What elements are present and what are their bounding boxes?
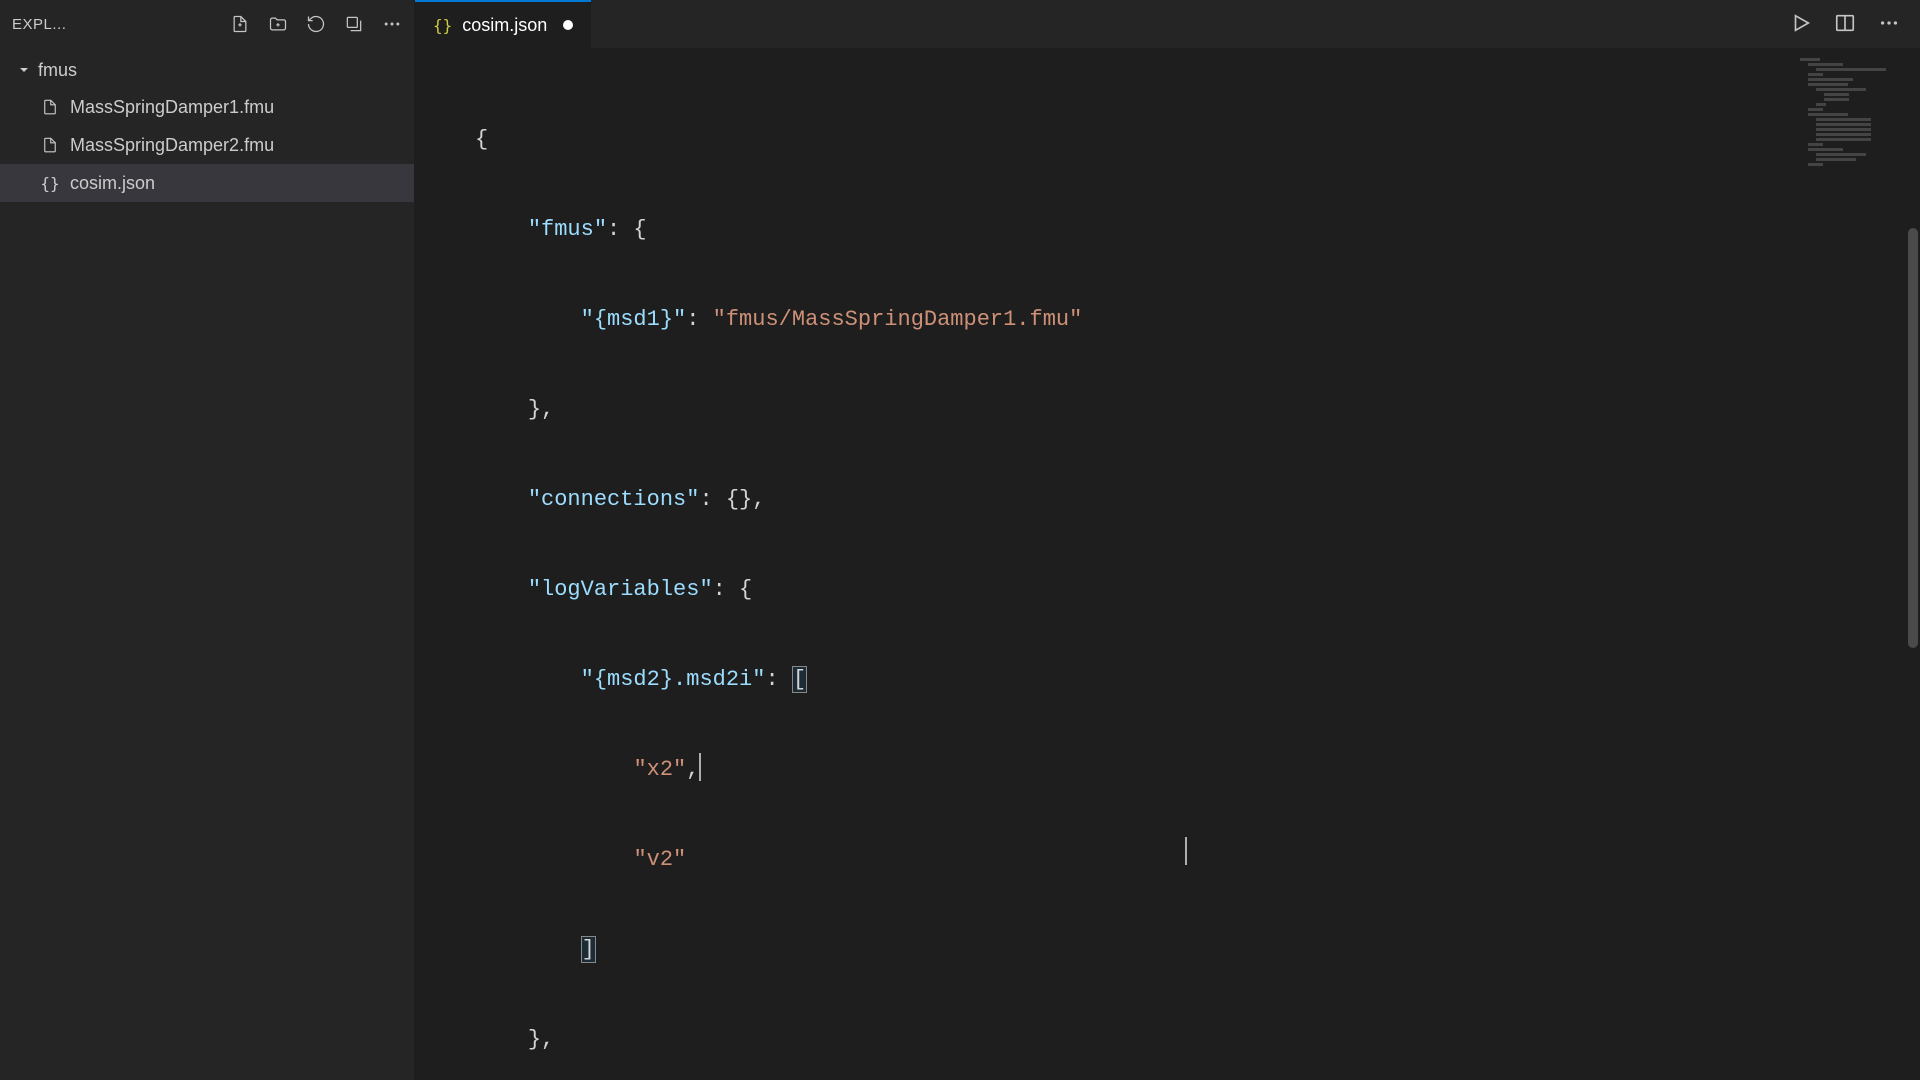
code-text: : [765,667,791,692]
file-cosim[interactable]: {} cosim.json [0,164,414,202]
code-text: "fmus" [528,217,607,242]
bracket-match: ] [581,936,596,963]
json-icon: {} [40,174,60,193]
run-icon[interactable] [1790,12,1812,37]
code-text: : { [713,577,753,602]
code-editor[interactable]: { "fmus": { "{msd1}": "fmus/MassSpringDa… [415,48,1920,1080]
folder-fmus[interactable]: fmus [0,52,414,88]
tab-cosim[interactable]: {} cosim.json [415,0,591,48]
file-msd2[interactable]: MassSpringDamper2.fmu [0,126,414,164]
editor-wrap: { "fmus": { "{msd1}": "fmus/MassSpringDa… [415,48,1920,1080]
code-text: : {}, [699,487,765,512]
code-text: "logVariables" [528,577,713,602]
secondary-cursor [1185,837,1187,865]
chevron-down-icon [16,62,32,78]
file-icon [40,136,60,154]
file-label: cosim.json [70,173,155,194]
code-text: : { [607,217,647,242]
new-folder-icon[interactable] [268,14,288,34]
code-text: "{msd1}" [581,307,687,332]
code-text: }, [528,1027,554,1052]
code-text: "v2" [633,847,686,872]
tab-label: cosim.json [462,15,547,36]
bracket-match: [ [792,666,807,693]
explorer-actions [230,14,402,34]
collapse-all-icon[interactable] [344,14,364,34]
explorer-title: EXPL... [12,16,222,33]
code-text: }, [528,397,554,422]
file-label: MassSpringDamper1.fmu [70,97,274,118]
more-actions-icon[interactable] [1878,12,1900,37]
code-text: "x2" [633,757,686,782]
explorer-header: EXPL... [0,0,414,48]
minimap[interactable] [1800,58,1900,178]
code-text: , [686,757,699,782]
more-icon[interactable] [382,14,402,34]
code-text: "connections" [528,487,700,512]
code-text: "{msd2}.msd2i" [581,667,766,692]
code-text: "fmus/MassSpringDamper1.fmu" [713,307,1083,332]
dirty-indicator-icon [563,20,573,30]
file-label: MassSpringDamper2.fmu [70,135,274,156]
file-msd1[interactable]: MassSpringDamper1.fmu [0,88,414,126]
new-file-icon[interactable] [230,14,250,34]
refresh-icon[interactable] [306,14,326,34]
scrollbar-thumb[interactable] [1908,228,1918,648]
split-editor-icon[interactable] [1834,12,1856,37]
file-tree: fmus MassSpringDamper1.fmu MassSpringDam… [0,48,414,202]
explorer-sidebar: EXPL... fmus [0,0,415,1080]
vertical-scrollbar[interactable] [1906,48,1920,1080]
editor-actions [1790,12,1920,37]
folder-label: fmus [38,60,77,81]
json-icon: {} [433,16,452,35]
file-icon [40,98,60,116]
editor-area: {} cosim.json { "fmus": { "{msd1}": "fmu… [415,0,1920,1080]
tab-bar: {} cosim.json [415,0,1920,48]
text-cursor [699,753,701,781]
code-text: : [686,307,712,332]
code-text: { [475,127,488,152]
